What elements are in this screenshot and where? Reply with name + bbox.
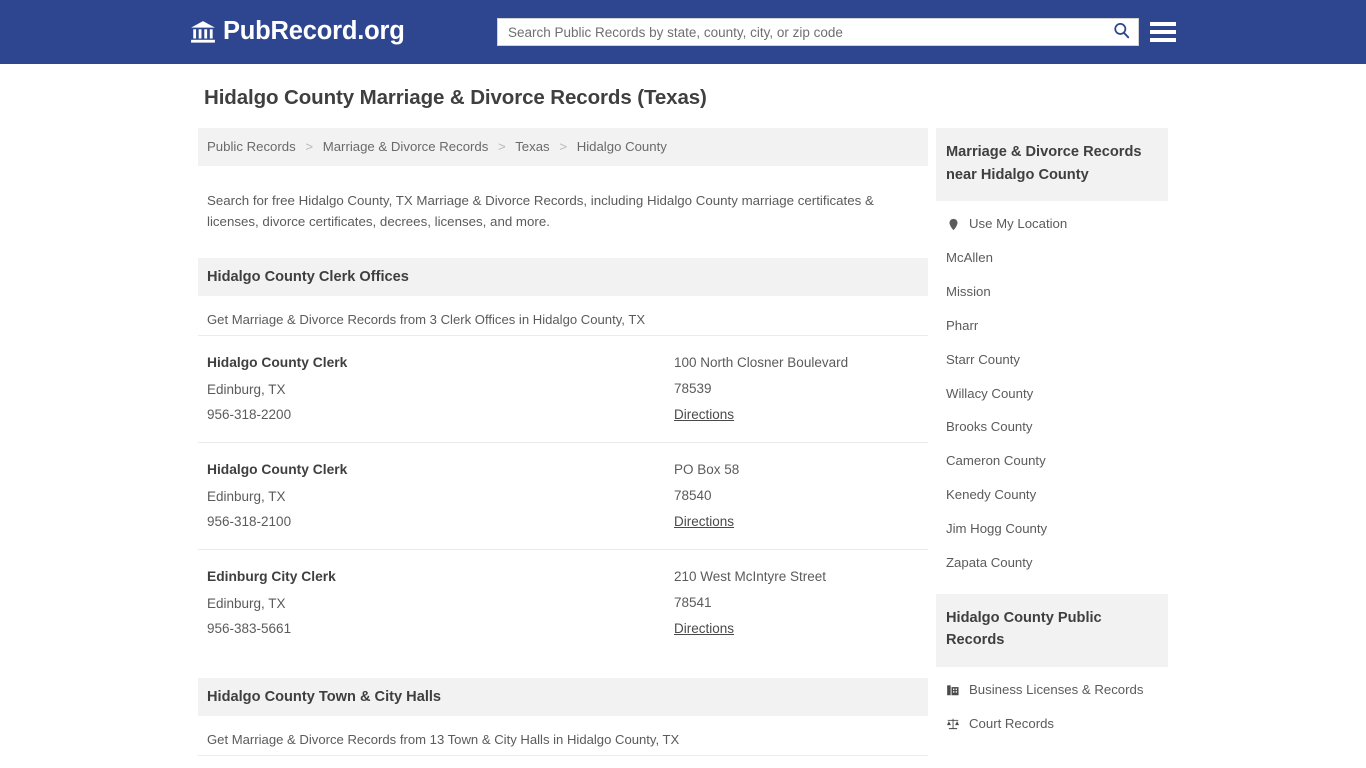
breadcrumb-item-marriage-divorce-records[interactable]: Marriage & Divorce Records: [323, 139, 489, 154]
sidebar-item-label: Pharr: [946, 317, 979, 333]
sidebar-public-records-list: Business Licenses & Records Court Record…: [936, 667, 1168, 741]
table-row[interactable]: Hidalgo City Hall Hidalgo, TX 956-843-22…: [198, 755, 928, 768]
sidebar-item-business-licenses-records[interactable]: Business Licenses & Records: [936, 673, 1168, 707]
sidebar-item-starr-county[interactable]: Starr County: [936, 343, 1168, 377]
sidebar-item-zapata-county[interactable]: Zapata County: [936, 546, 1168, 580]
search-button[interactable]: [1104, 19, 1138, 45]
sidebar-item-brooks-county[interactable]: Brooks County: [936, 410, 1168, 444]
breadcrumb-separator: >: [498, 139, 506, 154]
sidebar-item-label: Brooks County: [946, 419, 1033, 435]
breadcrumb-separator: >: [305, 139, 314, 154]
listing-name: Hidalgo County Clerk: [207, 462, 348, 478]
listing-left-column: Hidalgo County Clerk Edinburg, TX 956-31…: [207, 457, 674, 535]
map-pin-icon: [946, 216, 960, 232]
sidebar-item-court-records[interactable]: Court Records: [936, 707, 1168, 741]
hamburger-menu-icon: [1150, 38, 1176, 42]
listing-address: 210 West McIntyre Street: [674, 569, 827, 585]
listing-zip: 78539: [674, 380, 712, 396]
sidebar-item-willacy-county[interactable]: Willacy County: [936, 377, 1168, 411]
site-header: PubRecord.org: [0, 0, 1366, 64]
main-content: Public Records > Marriage & Divorce Reco…: [198, 128, 928, 768]
listing-city-state: Edinburg, TX: [207, 381, 286, 397]
sidebar-item-label: Business Licenses & Records: [969, 681, 1144, 697]
listing-address: PO Box 58: [674, 462, 740, 478]
listing-zip: 78541: [674, 595, 712, 610]
bank-building-icon: [190, 19, 216, 45]
breadcrumb-item-texas[interactable]: Texas: [515, 139, 549, 154]
listing-left-column: Edinburg City Clerk Edinburg, TX 956-383…: [207, 564, 674, 642]
sidebar-item-label: Use My Location: [969, 216, 1068, 232]
sidebar-item-label: Cameron County: [946, 453, 1046, 469]
sidebar-item-label: Willacy County: [946, 385, 1034, 401]
sidebar-item-mcallen[interactable]: McAllen: [936, 241, 1168, 275]
breadcrumb-item-public-records[interactable]: Public Records: [207, 139, 296, 154]
listing-phone: 956-318-2100: [207, 514, 292, 530]
listing-city-state: Edinburg, TX: [207, 595, 286, 611]
breadcrumb-separator: >: [559, 139, 568, 154]
listing-phone: 956-318-2200: [207, 407, 292, 423]
page-container: Hidalgo County Marriage & Divorce Record…: [198, 64, 1168, 768]
sidebar-item-pharr[interactable]: Pharr: [936, 309, 1168, 343]
content-columns: Public Records > Marriage & Divorce Reco…: [198, 128, 1168, 768]
table-row[interactable]: Edinburg City Clerk Edinburg, TX 956-383…: [198, 549, 928, 656]
briefcase-building-icon: [946, 682, 960, 698]
table-row[interactable]: Hidalgo County Clerk Edinburg, TX 956-31…: [198, 442, 928, 549]
breadcrumb: Public Records > Marriage & Divorce Reco…: [198, 128, 928, 166]
listing-zip: 78540: [674, 487, 712, 503]
sidebar-item-label: Court Records: [969, 715, 1055, 731]
listing-address: 100 North Closner Boulevard: [674, 355, 849, 371]
listing-phone: 956-383-5661: [207, 621, 292, 637]
sidebar-item-label: Jim Hogg County: [946, 520, 1048, 536]
sidebar-nearby-list: Use My Location McAllen Mission Pharr St…: [936, 201, 1168, 579]
sidebar-item-label: McAllen: [946, 250, 993, 266]
search-input[interactable]: [498, 19, 1104, 45]
sidebar-item-label: Starr County: [946, 351, 1021, 367]
search-icon: [1112, 21, 1131, 43]
search-bar: [497, 18, 1139, 46]
directions-link[interactable]: Directions: [674, 402, 734, 428]
listing-right-column: 210 West McIntyre Street 78541 Direction…: [674, 564, 919, 642]
listing-right-column: PO Box 58 78540 Directions: [674, 457, 919, 535]
section-heading-clerk-offices: Hidalgo County Clerk Offices: [198, 258, 928, 297]
directions-link[interactable]: Directions: [674, 509, 734, 535]
sidebar-heading-public-records: Hidalgo County Public Records: [936, 593, 1168, 667]
sidebar-item-mission[interactable]: Mission: [936, 275, 1168, 309]
listing-name: Hidalgo County Clerk: [207, 355, 348, 371]
sidebar: Marriage & Divorce Records near Hidalgo …: [936, 128, 1168, 741]
site-logo[interactable]: PubRecord.org: [190, 19, 405, 45]
page-intro-text: Search for free Hidalgo County, TX Marri…: [207, 193, 874, 229]
section-heading-town-city-halls: Hidalgo County Town & City Halls: [198, 678, 928, 717]
sidebar-item-kenedy-county[interactable]: Kenedy County: [936, 478, 1168, 512]
scales-of-justice-icon: [946, 716, 960, 732]
listing-city-state: Edinburg, TX: [207, 488, 286, 504]
listing-left-column: Hidalgo County Clerk Edinburg, TX 956-31…: [207, 350, 674, 428]
sidebar-heading-nearby: Marriage & Divorce Records near Hidalgo …: [936, 128, 1168, 202]
section-note-clerk-offices: Get Marriage & Divorce Records from 3 Cl…: [207, 312, 646, 328]
sidebar-item-label: Kenedy County: [946, 487, 1037, 503]
directions-link[interactable]: Directions: [674, 616, 734, 642]
section-note-town-city-halls: Get Marriage & Divorce Records from 13 T…: [207, 732, 680, 748]
listing-right-column: 100 North Closner Boulevard 78539 Direct…: [674, 350, 919, 428]
sidebar-item-label: Zapata County: [946, 554, 1033, 570]
breadcrumb-item-hidalgo-county[interactable]: Hidalgo County: [577, 139, 667, 154]
page-title: Hidalgo County Marriage & Divorce Record…: [204, 86, 707, 109]
table-row[interactable]: Hidalgo County Clerk Edinburg, TX 956-31…: [198, 335, 928, 442]
hamburger-menu-icon: [1150, 30, 1176, 34]
listing-name: Edinburg City Clerk: [207, 569, 336, 585]
sidebar-item-jim-hogg-county[interactable]: Jim Hogg County: [936, 512, 1168, 546]
site-logo-text: PubRecord.org: [223, 17, 405, 46]
hamburger-menu-button[interactable]: [1150, 18, 1176, 46]
sidebar-item-label: Mission: [946, 284, 991, 300]
sidebar-item-cameron-county[interactable]: Cameron County: [936, 444, 1168, 478]
sidebar-item-use-my-location[interactable]: Use My Location: [936, 207, 1168, 241]
hamburger-menu-icon: [1150, 22, 1176, 26]
